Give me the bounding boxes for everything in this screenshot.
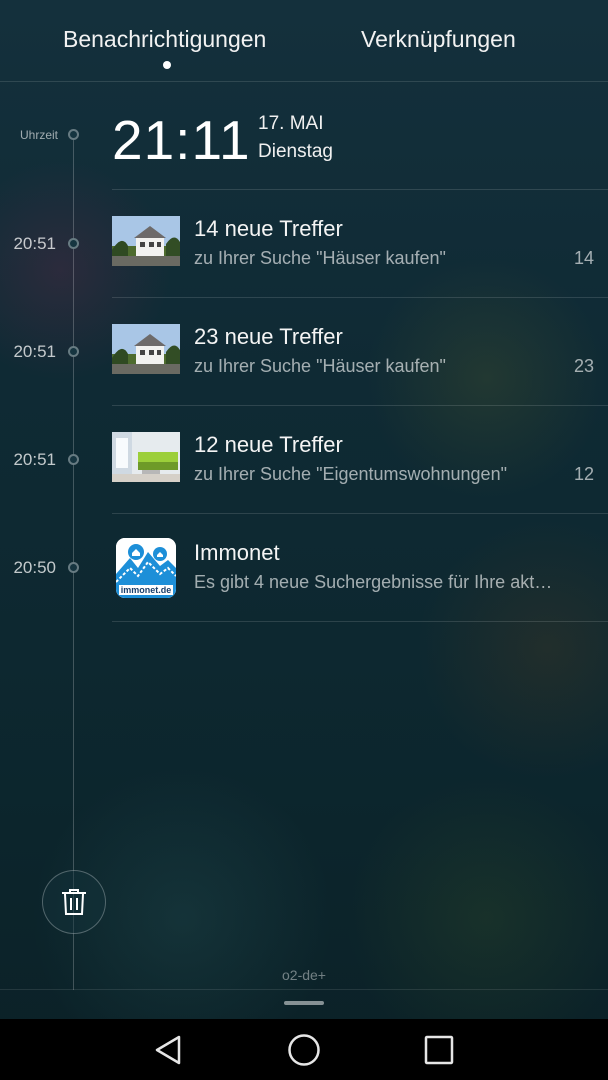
notification-count: 14: [573, 248, 594, 268]
notification-time: 20:50: [13, 558, 56, 577]
notification-subtitle: zu Ihrer Suche "Häuser kaufen": [194, 356, 446, 376]
tab-notifications[interactable]: Benachrichtigungen: [63, 26, 266, 53]
drag-handle[interactable]: [284, 1001, 324, 1005]
notification-item[interactable]: immonet.de Immonet Es gibt 4 neue Sucher…: [112, 514, 608, 620]
timeline-node: [68, 129, 79, 140]
svg-text:immonet.de: immonet.de: [121, 585, 172, 595]
timeline-node: [68, 562, 79, 573]
notification-subtitle: zu Ihrer Suche "Häuser kaufen": [194, 248, 446, 268]
divider: [0, 989, 608, 990]
notification-count: 23: [573, 356, 594, 376]
notification-item[interactable]: 14 neue Treffer zu Ihrer Suche "Häuser k…: [112, 190, 608, 296]
active-tab-indicator: [163, 61, 171, 69]
notification-time: 20:51: [13, 342, 56, 361]
recent-apps-button[interactable]: [422, 1033, 456, 1067]
notification-subtitle: zu Ihrer Suche "Eigentumswohnungen": [194, 464, 507, 484]
clock-weekday: Dienstag: [258, 141, 333, 162]
timeline-node: [68, 238, 79, 249]
divider: [112, 621, 608, 622]
notification-title: 12 neue Treffer: [194, 432, 343, 457]
house-photo-thumbnail-icon: [112, 324, 180, 374]
notification-count: 12: [573, 464, 594, 484]
immonet-app-icon: immonet.de: [116, 538, 176, 598]
back-button[interactable]: [152, 1033, 186, 1067]
clock-date: 17. MAI: [258, 113, 324, 134]
notification-subtitle: Es gibt 4 neue Suchergebnisse für Ihre a…: [194, 572, 553, 592]
notification-time: 20:51: [13, 234, 56, 253]
timeline-node: [68, 346, 79, 357]
timeline-node: [68, 454, 79, 465]
apartment-photo-thumbnail-icon: [112, 432, 180, 482]
navigation-bar: [0, 1019, 608, 1080]
notification-title: 23 neue Treffer: [194, 324, 343, 349]
clock-label: Uhrzeit: [20, 128, 59, 142]
notification-title: 14 neue Treffer: [194, 216, 343, 241]
recent-apps-icon: [422, 1035, 456, 1071]
house-photo-thumbnail-icon: [112, 216, 180, 266]
clear-all-button[interactable]: [42, 870, 106, 934]
notification-time: 20:51: [13, 450, 56, 469]
home-button[interactable]: [287, 1033, 321, 1067]
divider: [0, 81, 608, 82]
clock-time: 21:11: [112, 109, 251, 171]
carrier-name: o2-de+: [282, 967, 326, 983]
back-icon: [152, 1035, 186, 1071]
notification-item[interactable]: 23 neue Treffer zu Ihrer Suche "Häuser k…: [112, 298, 608, 404]
notification-title: Immonet: [194, 540, 280, 565]
home-icon: [287, 1034, 321, 1071]
tab-shortcuts[interactable]: Verknüpfungen: [361, 26, 516, 53]
notification-item[interactable]: 12 neue Treffer zu Ihrer Suche "Eigentum…: [112, 406, 608, 512]
tab-bar: Benachrichtigungen Verknüpfungen: [0, 0, 608, 82]
